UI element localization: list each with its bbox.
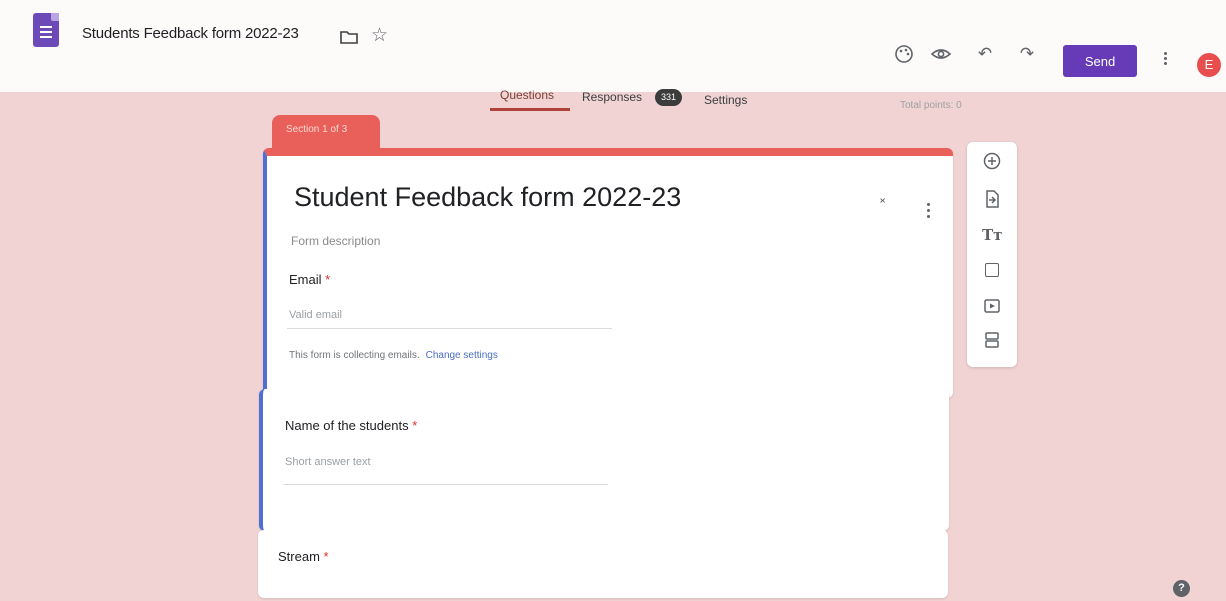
palette-icon[interactable] xyxy=(893,43,915,65)
required-asterisk: * xyxy=(325,272,331,287)
add-video-icon[interactable] xyxy=(982,296,1002,316)
more-vert-icon[interactable] xyxy=(927,203,931,221)
more-vert-icon[interactable] xyxy=(1160,50,1170,72)
email-label-text: Email xyxy=(289,272,322,287)
section-label: Section 1 of 3 xyxy=(272,115,380,151)
question-card[interactable]: Name of the students * Short answer text xyxy=(259,389,949,531)
email-label: Email * xyxy=(289,272,330,287)
tab-responses[interactable]: Responses xyxy=(582,90,642,104)
redo-icon[interactable]: ↷ xyxy=(1016,43,1038,65)
add-title-icon[interactable]: Tт xyxy=(982,225,1002,245)
tab-questions[interactable]: Questions xyxy=(500,88,554,102)
total-points: Total points: 0 xyxy=(900,100,962,111)
email-field[interactable]: Valid email xyxy=(289,309,342,321)
required-asterisk: * xyxy=(323,549,329,564)
import-questions-icon[interactable] xyxy=(982,189,1002,209)
tab-active-indicator xyxy=(490,108,570,111)
document-title[interactable]: Students Feedback form 2022-23 xyxy=(82,25,299,42)
star-icon[interactable]: ☆ xyxy=(371,26,388,46)
question-title-text: Name of the students xyxy=(285,418,409,433)
help-icon[interactable]: ? xyxy=(1173,580,1190,597)
collapse-icon[interactable]: ⌄ ⌃ xyxy=(878,193,887,211)
avatar[interactable]: E xyxy=(1197,53,1221,77)
send-button[interactable]: Send xyxy=(1063,45,1137,77)
responses-count-badge: 331 xyxy=(655,89,682,106)
short-answer-field: Short answer text xyxy=(285,456,371,468)
change-settings-link[interactable]: Change settings xyxy=(426,350,498,361)
short-answer-underline xyxy=(283,484,608,485)
question-card[interactable]: Stream * xyxy=(258,530,948,598)
question-title[interactable]: Stream * xyxy=(278,549,329,564)
floating-toolbar: Tт xyxy=(967,142,1017,367)
collecting-emails-text: This form is collecting emails. xyxy=(289,350,420,361)
folder-icon[interactable] xyxy=(340,30,358,44)
form-title[interactable]: Student Feedback form 2022-23 xyxy=(294,182,681,213)
forms-logo-icon[interactable] xyxy=(33,13,59,47)
form-header-card[interactable]: Student Feedback form 2022-23 ⌄ ⌃ Form de… xyxy=(263,148,953,398)
email-underline xyxy=(287,328,612,329)
collecting-emails-notice: This form is collecting emails. Change se… xyxy=(289,350,498,361)
question-title-text: Stream xyxy=(278,549,320,564)
undo-icon[interactable]: ↶ xyxy=(974,43,996,65)
question-title[interactable]: Name of the students * xyxy=(285,418,417,433)
add-question-icon[interactable] xyxy=(982,151,1002,171)
form-description-input[interactable]: Form description xyxy=(291,234,380,248)
required-asterisk: * xyxy=(412,418,418,433)
tab-settings[interactable]: Settings xyxy=(704,93,747,107)
top-bar: Students Feedback form 2022-23 ☆ ↶ ↷ Sen… xyxy=(0,0,1226,92)
add-section-icon[interactable] xyxy=(982,330,1002,350)
add-image-icon[interactable] xyxy=(985,263,999,277)
preview-eye-icon[interactable] xyxy=(930,43,952,65)
